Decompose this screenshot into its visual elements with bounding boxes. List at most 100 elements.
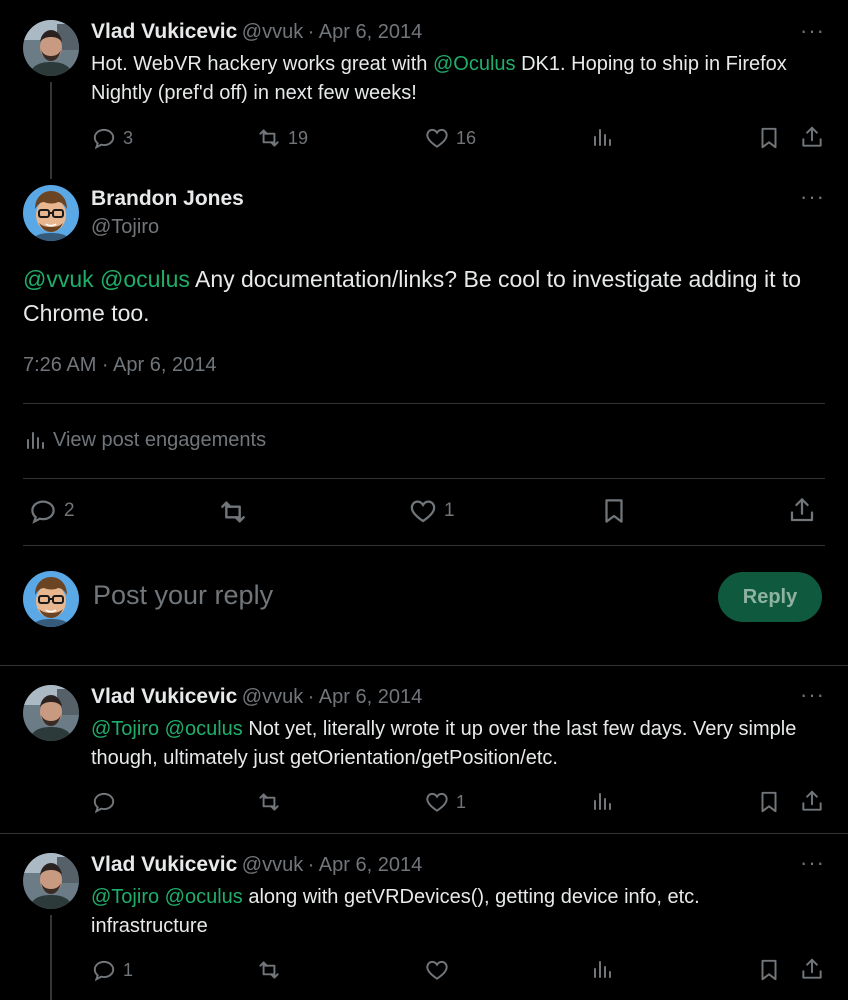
share-icon xyxy=(799,788,825,814)
repost-button[interactable]: 19 xyxy=(256,125,308,151)
like-count: 1 xyxy=(456,791,467,812)
mention-link[interactable]: @oculus xyxy=(165,718,243,740)
bookmark-icon xyxy=(756,957,782,983)
reply-count: 3 xyxy=(123,127,134,148)
share-icon xyxy=(787,495,817,525)
divider xyxy=(0,833,848,834)
thread-line xyxy=(50,82,52,179)
author-name[interactable]: Vlad Vukicevic xyxy=(91,853,237,876)
avatar[interactable] xyxy=(23,20,79,76)
reply-button[interactable]: 3 xyxy=(91,125,133,151)
repost-button[interactable] xyxy=(256,789,282,815)
mention-link[interactable]: @Oculus xyxy=(433,53,516,75)
reply-icon xyxy=(91,957,117,983)
views-icon xyxy=(590,957,614,981)
reply-button[interactable]: Reply xyxy=(718,572,822,622)
share-button[interactable] xyxy=(799,956,825,982)
views-button[interactable] xyxy=(590,125,614,149)
like-count: 16 xyxy=(456,127,477,148)
separator: · xyxy=(307,21,315,43)
repost-icon xyxy=(256,957,282,983)
engagements-label: View post engagements xyxy=(53,428,267,451)
more-icon[interactable]: ··· xyxy=(800,20,825,42)
divider xyxy=(23,545,825,546)
separator: · xyxy=(307,686,315,708)
avatar[interactable] xyxy=(23,685,79,741)
author-handle[interactable]: @vvuk xyxy=(242,686,303,708)
tweet-header: Vlad Vukicevic @vvuk · Apr 6, 2014 xyxy=(91,853,422,877)
mention-link[interactable]: @Tojiro xyxy=(91,718,159,740)
tweet-text-part: Hot. WebVR hackery works great with xyxy=(91,53,433,75)
thread-line xyxy=(50,915,52,1000)
avatar xyxy=(23,571,79,627)
like-icon xyxy=(408,496,438,526)
author-name[interactable]: Vlad Vukicevic xyxy=(91,20,237,43)
like-icon xyxy=(424,125,450,151)
like-button[interactable] xyxy=(424,957,450,983)
reply-button[interactable] xyxy=(91,789,117,815)
like-count: 1 xyxy=(444,500,455,521)
author-handle[interactable]: @vvuk xyxy=(242,21,303,43)
tweet-header: Vlad Vukicevic @vvuk · Apr 6, 2014 xyxy=(91,20,422,44)
divider xyxy=(23,403,825,404)
mention-link[interactable]: @oculus xyxy=(165,886,243,908)
mention-link[interactable]: @Tojiro xyxy=(91,886,159,908)
tweet-text: @Tojiro @oculus Not yet, literally wrote… xyxy=(91,715,811,773)
bookmark-button[interactable] xyxy=(599,496,629,526)
repost-icon xyxy=(256,125,282,151)
author-name[interactable]: Brandon Jones xyxy=(91,187,244,211)
reply-button[interactable]: 2 xyxy=(28,496,75,526)
views-icon xyxy=(590,125,614,149)
like-button[interactable]: 1 xyxy=(424,789,466,815)
divider xyxy=(0,665,848,666)
share-button[interactable] xyxy=(799,788,825,814)
more-icon[interactable]: ··· xyxy=(800,684,825,706)
bookmark-button[interactable] xyxy=(756,957,782,983)
bookmark-icon xyxy=(756,789,782,815)
mention-link[interactable]: @oculus xyxy=(100,266,190,292)
author-handle[interactable]: @Tojiro xyxy=(91,216,159,239)
divider xyxy=(23,478,825,479)
like-icon xyxy=(424,957,450,983)
like-button[interactable]: 1 xyxy=(408,496,455,526)
repost-icon xyxy=(256,789,282,815)
views-button[interactable] xyxy=(590,789,614,813)
reply-icon xyxy=(91,125,117,151)
more-icon[interactable]: ··· xyxy=(800,186,825,208)
post-date[interactable]: Apr 6, 2014 xyxy=(319,686,422,708)
tweet-text: @Tojiro @oculus along with getVRDevices(… xyxy=(91,883,811,941)
reply-icon xyxy=(28,496,58,526)
share-icon xyxy=(799,956,825,982)
bookmark-icon xyxy=(756,125,782,151)
bookmark-icon xyxy=(599,496,629,526)
post-date[interactable]: Apr 6, 2014 xyxy=(319,854,422,876)
like-icon xyxy=(424,789,450,815)
tweet-text: Hot. WebVR hackery works great with @Ocu… xyxy=(91,50,811,108)
reply-input[interactable]: Post your reply xyxy=(93,580,273,611)
like-button[interactable]: 16 xyxy=(424,125,476,151)
reply-count: 1 xyxy=(123,959,134,980)
repost-button[interactable] xyxy=(217,496,249,528)
avatar[interactable] xyxy=(23,185,79,241)
post-date[interactable]: Apr 6, 2014 xyxy=(319,21,422,43)
bookmark-button[interactable] xyxy=(756,125,782,151)
author-handle[interactable]: @vvuk xyxy=(242,854,303,876)
reply-button[interactable]: 1 xyxy=(91,957,133,983)
bookmark-button[interactable] xyxy=(756,789,782,815)
views-button[interactable] xyxy=(590,957,614,981)
reply-icon xyxy=(91,789,117,815)
share-button[interactable] xyxy=(799,124,825,150)
avatar[interactable] xyxy=(23,853,79,909)
view-engagements-link[interactable]: View post engagements xyxy=(23,428,266,452)
mention-link[interactable]: @vvuk xyxy=(23,266,94,292)
repost-icon xyxy=(217,496,249,528)
tweet-text: @vvuk @oculus Any documentation/links? B… xyxy=(23,262,823,330)
author-name[interactable]: Vlad Vukicevic xyxy=(91,685,237,708)
more-icon[interactable]: ··· xyxy=(800,852,825,874)
post-timestamp[interactable]: 7:26 AM · Apr 6, 2014 xyxy=(23,354,216,377)
repost-button[interactable] xyxy=(256,957,282,983)
share-icon xyxy=(799,124,825,150)
views-icon xyxy=(23,428,47,452)
share-button[interactable] xyxy=(787,495,817,525)
reply-count: 2 xyxy=(64,500,75,521)
